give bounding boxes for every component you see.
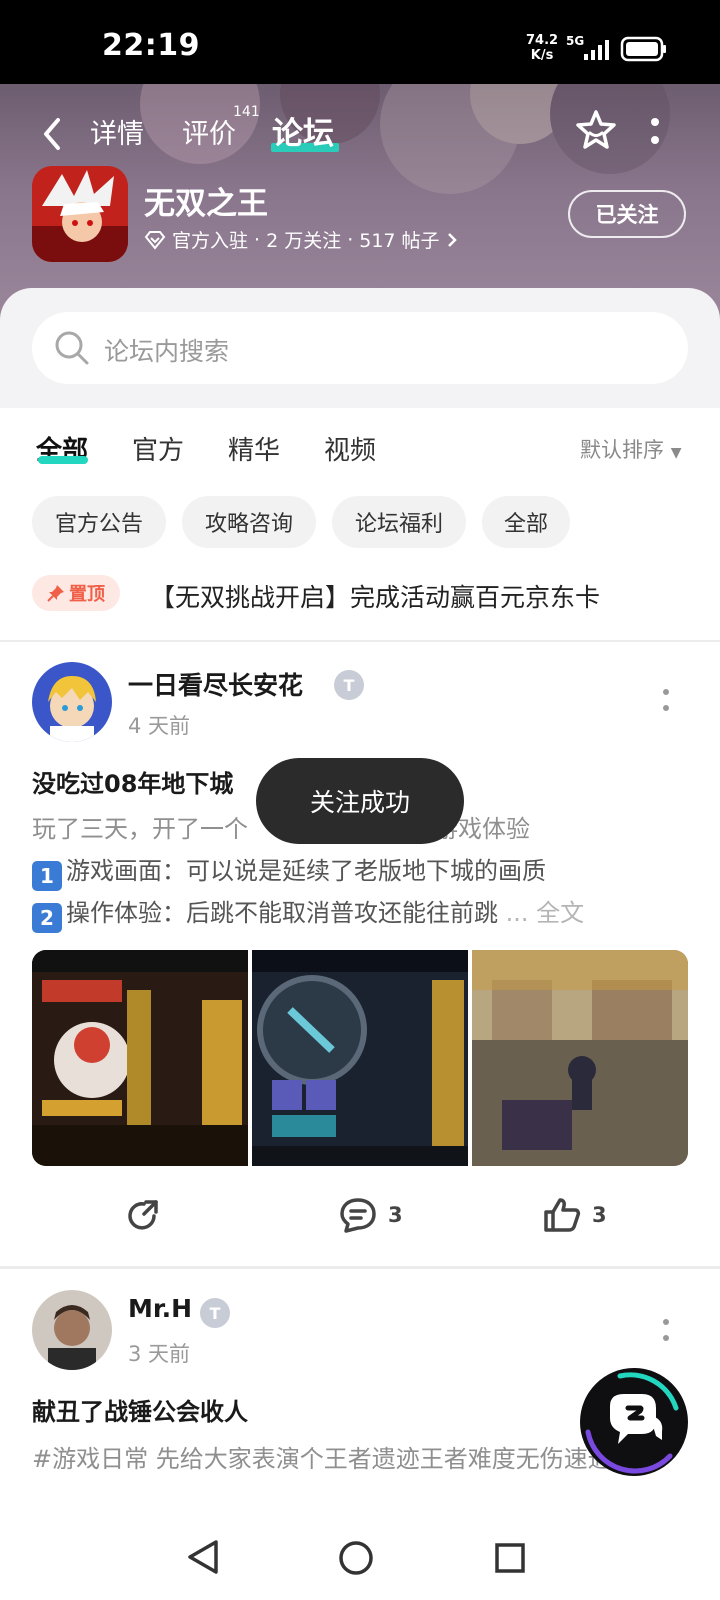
favorite-star-icon[interactable]: [574, 108, 618, 152]
meta-separator: ·: [347, 228, 354, 251]
game-meta[interactable]: 官方入驻 · 2 万关注 · 517 帖子: [144, 226, 458, 253]
filter-tab-official[interactable]: 官方: [132, 430, 184, 467]
filter-tab-video[interactable]: 视频: [324, 430, 376, 467]
meta-separator: ·: [254, 228, 261, 251]
chip-welfare[interactable]: 论坛福利: [332, 496, 466, 548]
search-input[interactable]: 论坛内搜索: [32, 312, 688, 384]
share-icon: [128, 1200, 158, 1230]
post-time: 4 天前: [128, 714, 191, 738]
signal-icon: [584, 40, 609, 60]
avatar[interactable]: [32, 1290, 112, 1370]
recents-square-icon[interactable]: [494, 1542, 526, 1574]
home-circle-icon[interactable]: [338, 1540, 374, 1576]
caret-down-icon: ▼: [670, 445, 682, 461]
post-image[interactable]: [472, 950, 688, 1166]
followers-count: 2 万关注: [266, 230, 342, 252]
search-placeholder: 论坛内搜索: [104, 337, 230, 366]
like-count: 3: [592, 1203, 607, 1227]
comment-count: 3: [388, 1203, 403, 1227]
more-options-icon[interactable]: [650, 116, 660, 146]
battery-icon: [620, 36, 666, 62]
game-header: 详情 评价 141 论坛 无双之王 官方入驻 · 2 万关注 · 517 帖子 …: [0, 84, 720, 320]
like-button[interactable]: 3: [542, 1196, 607, 1234]
share-button[interactable]: [124, 1196, 162, 1234]
comment-icon: [340, 1198, 376, 1233]
level-badge: T: [200, 1298, 230, 1328]
thumbs-up-icon: [544, 1198, 581, 1232]
read-full-link[interactable]: ... 全文: [506, 899, 585, 927]
followed-button[interactable]: 已关注: [568, 190, 686, 238]
chip-all[interactable]: 全部: [482, 496, 570, 548]
verified-diamond-icon: [144, 230, 166, 250]
tab-forum[interactable]: 论坛: [272, 108, 334, 153]
pinned-post-title[interactable]: 【无双挑战开启】完成活动赢百元京东卡: [150, 578, 600, 614]
post-line: 1 游戏画面：可以说是延续了老版地下城的画质: [32, 850, 688, 892]
filter-tab-indicator: [38, 456, 88, 464]
number-two-icon: 2: [32, 903, 62, 933]
divider: [0, 640, 720, 642]
number-one-icon: 1: [32, 861, 62, 891]
status-time: 22:19: [102, 28, 200, 63]
pinned-badge: 置顶: [32, 575, 120, 611]
post-time: 3 天前: [128, 1342, 191, 1366]
status-bar: 22:19 74.2 K/s 5G: [0, 0, 720, 84]
back-triangle-icon[interactable]: [186, 1538, 220, 1576]
verified-label: 官方入驻: [172, 230, 249, 252]
community-chat-fab[interactable]: [580, 1368, 688, 1476]
game-icon: [32, 166, 128, 262]
comment-button[interactable]: 3: [338, 1196, 403, 1234]
sort-dropdown[interactable]: 默认排序 ▼: [580, 434, 681, 464]
system-navigation-bar: [0, 1520, 720, 1600]
post-image[interactable]: [252, 950, 468, 1166]
post-image[interactable]: [32, 950, 248, 1166]
post-more-icon[interactable]: [662, 688, 670, 712]
posts-count: 517 帖子: [359, 230, 440, 252]
chevron-right-icon: [447, 232, 457, 247]
back-icon[interactable]: [38, 114, 68, 154]
divider: [0, 1266, 720, 1269]
post-title[interactable]: 没吃过08年地下城: [32, 764, 233, 799]
level-badge: T: [334, 670, 364, 700]
chip-strategy[interactable]: 攻略咨询: [182, 496, 316, 548]
game-name: 无双之王: [144, 186, 268, 222]
toast-message: 关注成功: [256, 758, 464, 844]
search-icon: [55, 331, 89, 365]
post-author[interactable]: Mr.H: [128, 1294, 192, 1323]
pin-icon: [47, 585, 64, 602]
sort-label: 默认排序: [580, 438, 664, 462]
tab-detail[interactable]: 详情: [90, 112, 144, 151]
post-more-icon[interactable]: [662, 1318, 670, 1342]
tab-review[interactable]: 评价: [182, 112, 236, 151]
post-title[interactable]: 献丑了战锤公会收人: [32, 1392, 248, 1427]
post-line: 2 操作体验：后跳不能取消普攻还能往前跳 ... 全文: [32, 892, 688, 934]
network-speed: 74.2 K/s: [526, 33, 559, 63]
chip-announcement[interactable]: 官方公告: [32, 496, 166, 548]
filter-tab-featured[interactable]: 精华: [228, 430, 280, 467]
review-count: 141: [233, 104, 260, 120]
avatar[interactable]: [32, 662, 112, 742]
post-author[interactable]: 一日看尽长安花: [128, 666, 303, 702]
search-area: 论坛内搜索: [0, 288, 720, 408]
